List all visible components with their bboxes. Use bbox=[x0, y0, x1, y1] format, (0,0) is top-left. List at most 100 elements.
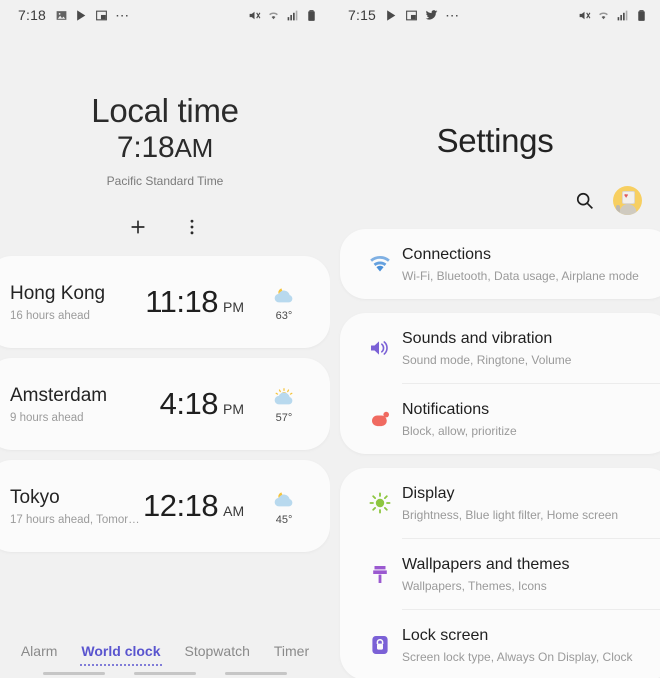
avatar-arm bbox=[616, 205, 620, 213]
status-bar-clock: 7:18 bbox=[18, 7, 47, 23]
speaker-icon bbox=[358, 336, 402, 360]
city-time-meridiem: AM bbox=[223, 503, 245, 520]
tab-world-clock[interactable]: World clock bbox=[79, 640, 163, 666]
settings-row-title: Display bbox=[402, 485, 455, 502]
search-icon[interactable] bbox=[571, 188, 597, 214]
nav-hint-recents[interactable] bbox=[225, 672, 288, 675]
city-temperature: 57° bbox=[275, 411, 293, 424]
settings-row-text: Lock screen Screen lock type, Always On … bbox=[402, 626, 633, 664]
picture-in-picture-icon bbox=[405, 9, 418, 22]
settings-row-subtitle: Sound mode, Ringtone, Volume bbox=[402, 353, 572, 367]
city-card-amsterdam[interactable]: Amsterdam 9 hours ahead 4:18 PM 57° bbox=[0, 358, 330, 451]
city-name: Hong Kong bbox=[10, 283, 106, 305]
play-store-icon bbox=[385, 9, 398, 22]
settings-app-pane: 7:15 ⋯ Settings ♥ Connections Wi-Fi, Blu… bbox=[330, 0, 660, 678]
city-info: Hong Kong 16 hours ahead bbox=[10, 283, 145, 322]
more-options-button[interactable] bbox=[179, 214, 205, 240]
settings-row-title: Connections bbox=[402, 246, 491, 263]
play-store-icon bbox=[75, 9, 88, 22]
tab-stopwatch[interactable]: Stopwatch bbox=[183, 640, 252, 662]
sun-cloud-icon bbox=[262, 385, 306, 409]
settings-row-notifications[interactable]: Notifications Block, allow, prioritize bbox=[340, 384, 660, 454]
city-time-digits: 4:18 bbox=[159, 386, 219, 422]
tab-alarm[interactable]: Alarm bbox=[19, 640, 60, 662]
settings-row-text: Connections Wi-Fi, Bluetooth, Data usage… bbox=[402, 245, 639, 283]
city-card-hong-kong[interactable]: Hong Kong 16 hours ahead 11:18 PM 63° bbox=[0, 256, 330, 349]
nav-hint-back[interactable] bbox=[42, 672, 105, 675]
mute-icon bbox=[578, 9, 591, 22]
city-temperature: 63° bbox=[275, 309, 293, 322]
city-info: Amsterdam 9 hours ahead bbox=[10, 385, 160, 424]
signal-icon bbox=[616, 9, 629, 22]
settings-row-text: Wallpapers and themes Wallpapers, Themes… bbox=[402, 555, 570, 593]
city-offset: 17 hours ahead, Tomorr… bbox=[10, 513, 144, 526]
add-city-button[interactable] bbox=[125, 214, 151, 240]
settings-row-text: Display Brightness, Blue light filter, H… bbox=[402, 484, 618, 522]
settings-row-subtitle: Wallpapers, Themes, Icons bbox=[402, 579, 547, 593]
lock-icon bbox=[358, 633, 402, 657]
settings-row-title: Sounds and vibration bbox=[402, 330, 553, 347]
city-temperature: 45° bbox=[275, 513, 293, 526]
status-bar-right bbox=[578, 9, 648, 22]
more-icons: ⋯ bbox=[445, 7, 461, 23]
settings-row-subtitle: Brightness, Blue light filter, Home scre… bbox=[402, 508, 619, 522]
notification-bubble-icon bbox=[358, 407, 402, 431]
more-icons: ⋯ bbox=[115, 7, 131, 23]
settings-row-display[interactable]: Display Brightness, Blue light filter, H… bbox=[340, 468, 660, 538]
signal-icon bbox=[286, 9, 299, 22]
city-time: 11:18 PM bbox=[145, 284, 244, 320]
settings-row-title: Wallpapers and themes bbox=[402, 556, 570, 573]
city-time-digits: 12:18 bbox=[143, 488, 219, 524]
image-icon bbox=[55, 9, 68, 22]
settings-row-text: Sounds and vibration Sound mode, Rington… bbox=[402, 329, 571, 367]
status-bar-left: 7:18 ⋯ bbox=[18, 7, 130, 23]
moon-cloud-icon bbox=[262, 487, 306, 511]
city-name: Amsterdam bbox=[10, 385, 108, 407]
settings-row-title: Lock screen bbox=[402, 627, 489, 644]
avatar[interactable]: ♥ bbox=[613, 186, 642, 215]
twitter-icon bbox=[425, 9, 438, 22]
city-weather: 63° bbox=[262, 283, 306, 322]
settings-row-subtitle: Wi-Fi, Bluetooth, Data usage, Airplane m… bbox=[402, 269, 639, 283]
city-name: Tokyo bbox=[10, 487, 60, 509]
settings-row-subtitle: Screen lock type, Always On Display, Clo… bbox=[402, 650, 633, 664]
clock-action-bar bbox=[0, 214, 330, 240]
local-time-header: Local time 7:18AM Pacific Standard Time bbox=[0, 30, 330, 188]
settings-group-connections: Connections Wi-Fi, Bluetooth, Data usage… bbox=[340, 229, 660, 299]
picture-in-picture-icon bbox=[95, 9, 108, 22]
local-time-meridiem: AM bbox=[174, 132, 214, 163]
settings-row-connections[interactable]: Connections Wi-Fi, Bluetooth, Data usage… bbox=[340, 229, 660, 299]
local-time-value: 7:18AM bbox=[0, 129, 330, 167]
clock-app-pane: 7:18 ⋯ Local time 7:18AM Pacific Standar… bbox=[0, 0, 330, 678]
city-time-meridiem: PM bbox=[223, 401, 244, 418]
clock-status-bar: 7:18 ⋯ bbox=[0, 0, 330, 30]
avatar-body bbox=[617, 202, 638, 215]
nav-hint-home[interactable] bbox=[133, 672, 196, 675]
wifi-icon bbox=[597, 9, 610, 22]
settings-row-sounds-and-vibration[interactable]: Sounds and vibration Sound mode, Rington… bbox=[340, 313, 660, 383]
status-bar-right bbox=[248, 9, 318, 22]
world-clock-city-list: Hong Kong 16 hours ahead 11:18 PM 63° Am… bbox=[0, 256, 330, 553]
settings-row-title: Notifications bbox=[402, 401, 490, 418]
wifi-icon bbox=[267, 9, 280, 22]
clock-tab-bar: Alarm World clock Stopwatch Timer bbox=[0, 640, 330, 666]
avatar-face: ♥ bbox=[624, 193, 629, 200]
city-card-tokyo[interactable]: Tokyo 17 hours ahead, Tomorr… 12:18 AM 4… bbox=[0, 460, 330, 553]
city-info: Tokyo 17 hours ahead, Tomorr… bbox=[10, 487, 143, 526]
local-time-label: Local time bbox=[91, 92, 239, 129]
city-time: 12:18 AM bbox=[143, 488, 244, 524]
moon-cloud-icon bbox=[262, 283, 306, 307]
settings-row-text: Notifications Block, allow, prioritize bbox=[402, 400, 517, 438]
tab-timer[interactable]: Timer bbox=[272, 640, 311, 662]
city-weather: 57° bbox=[262, 385, 306, 424]
settings-row-wallpapers-and-themes[interactable]: Wallpapers and themes Wallpapers, Themes… bbox=[340, 539, 660, 609]
settings-row-subtitle: Block, allow, prioritize bbox=[402, 424, 517, 438]
city-time-meridiem: PM bbox=[223, 299, 244, 316]
settings-row-lock-screen[interactable]: Lock screen Screen lock type, Always On … bbox=[340, 610, 660, 678]
city-offset: 9 hours ahead bbox=[10, 411, 84, 424]
paintbrush-icon bbox=[358, 562, 402, 586]
settings-group-display: Display Brightness, Blue light filter, H… bbox=[340, 468, 660, 678]
page-title: Settings bbox=[436, 122, 554, 159]
wifi-icon bbox=[358, 252, 402, 276]
dual-pane-screenshot: 7:18 ⋯ Local time 7:18AM Pacific Standar… bbox=[0, 0, 660, 678]
